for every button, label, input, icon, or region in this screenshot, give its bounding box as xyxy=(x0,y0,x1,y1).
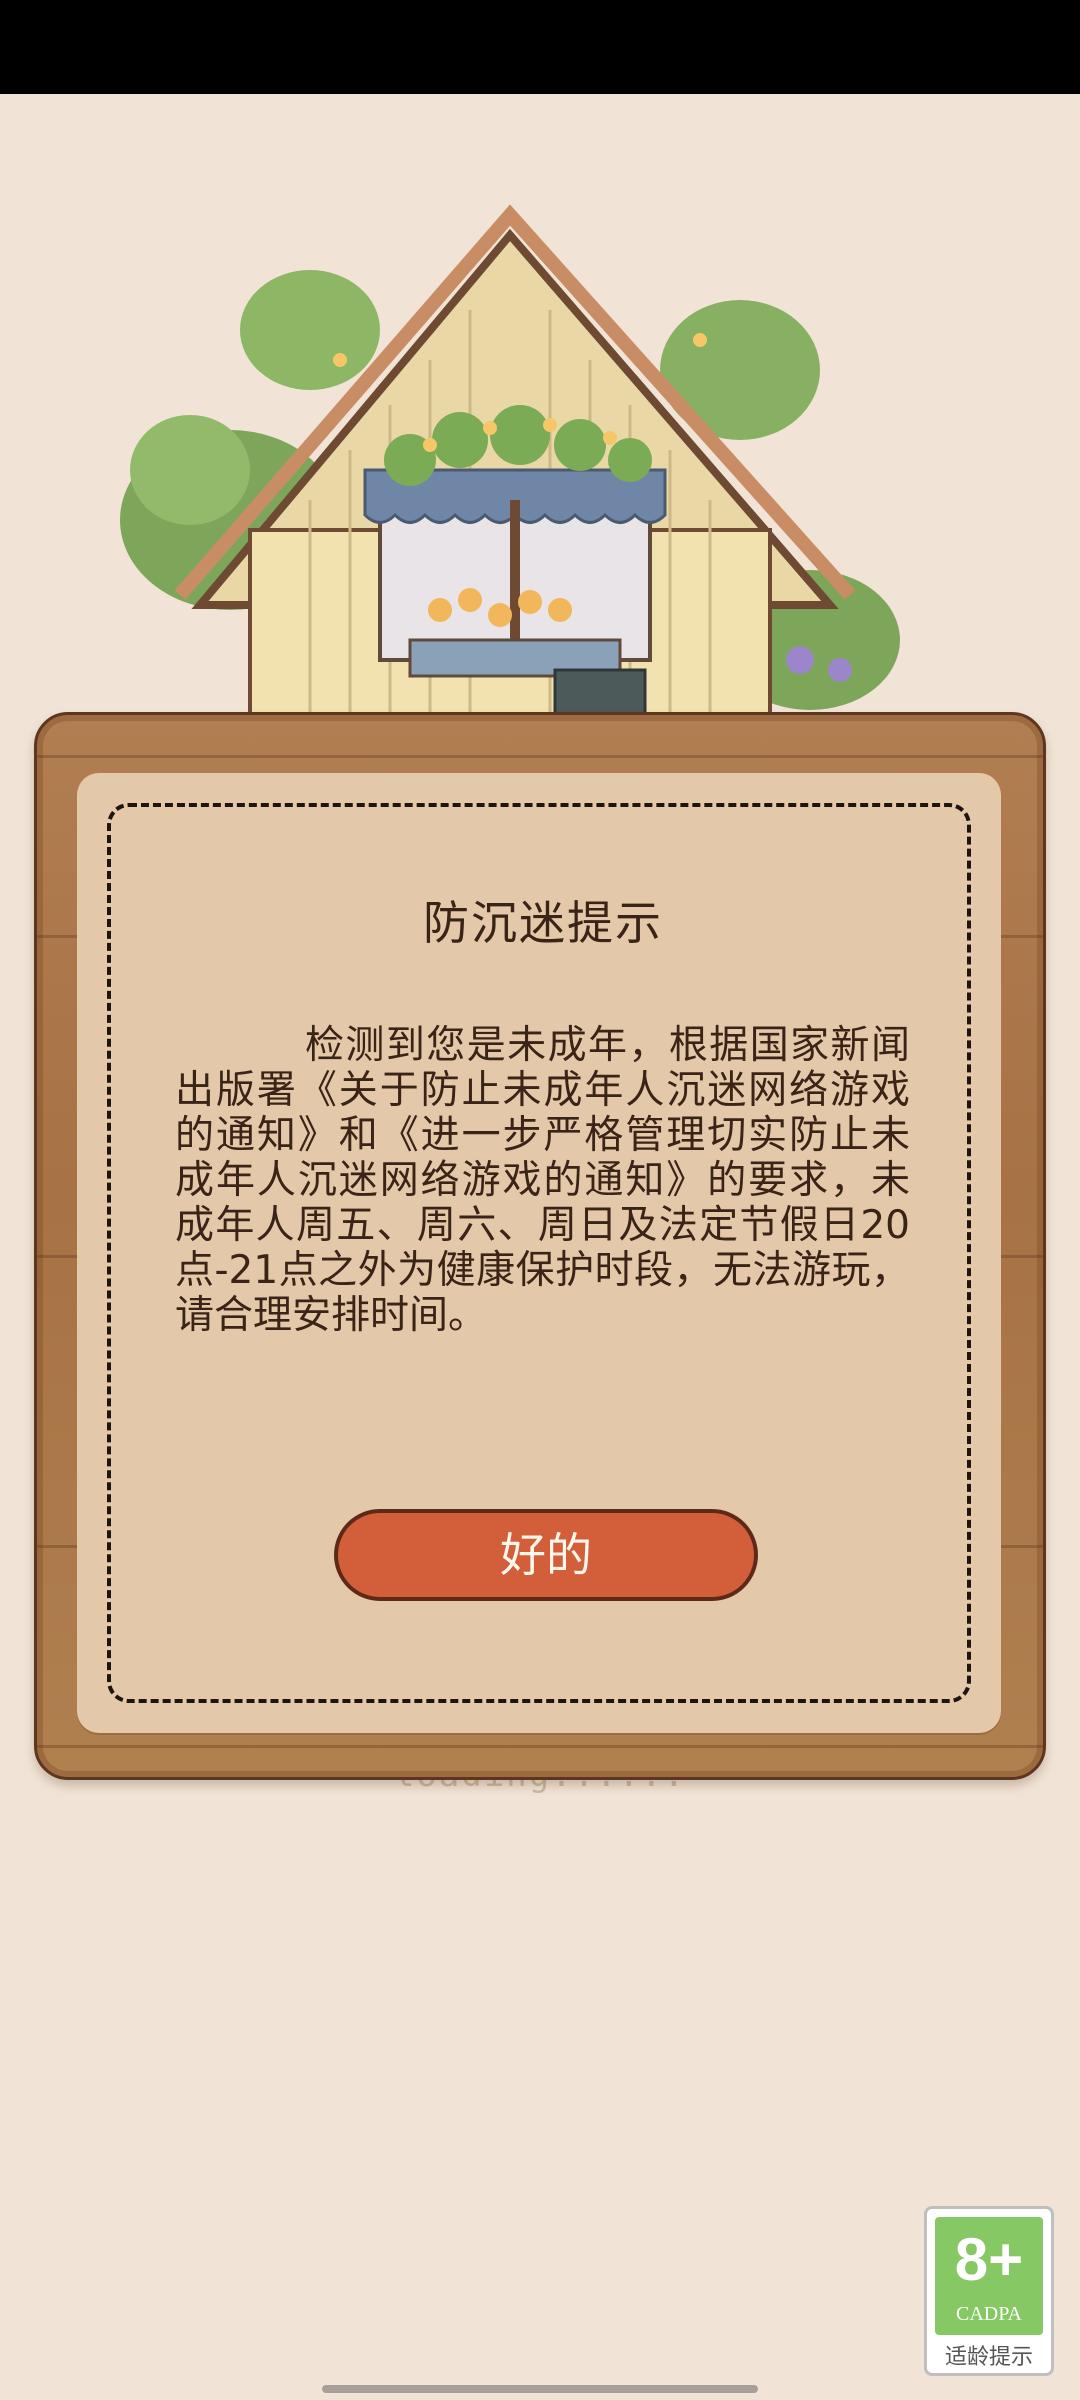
age-org: CADPA xyxy=(956,2303,1022,2325)
wood-grain xyxy=(37,755,1043,758)
dialog-frame: 防沉迷提示 检测到您是未成年，根据国家新闻出版署《关于防止未成年人沉迷网络游戏的… xyxy=(107,803,971,1703)
status-bar xyxy=(0,0,1080,94)
ok-button[interactable]: 好的 xyxy=(334,1509,758,1601)
dialog-panel: 防沉迷提示 检测到您是未成年，根据国家新闻出版署《关于防止未成年人沉迷网络游戏的… xyxy=(77,773,1001,1733)
house-illustration xyxy=(120,204,900,727)
age-rating: 8+ xyxy=(954,2226,1024,2293)
age-rating-badge-top: 8+ CADPA xyxy=(935,2217,1043,2335)
dialog-message: 检测到您是未成年，根据国家新闻出版署《关于防止未成年人沉迷网络游戏的通知》和《进… xyxy=(175,1023,910,1338)
age-rating-badge: 8+ CADPA 适龄提示 xyxy=(924,2206,1054,2376)
dialog-board: 防沉迷提示 检测到您是未成年，根据国家新闻出版署《关于防止未成年人沉迷网络游戏的… xyxy=(34,712,1046,1780)
home-indicator[interactable] xyxy=(322,2385,758,2393)
wood-grain xyxy=(37,1745,1043,1748)
age-note: 适龄提示 xyxy=(944,2345,1033,2370)
dialog-title: 防沉迷提示 xyxy=(423,896,663,950)
